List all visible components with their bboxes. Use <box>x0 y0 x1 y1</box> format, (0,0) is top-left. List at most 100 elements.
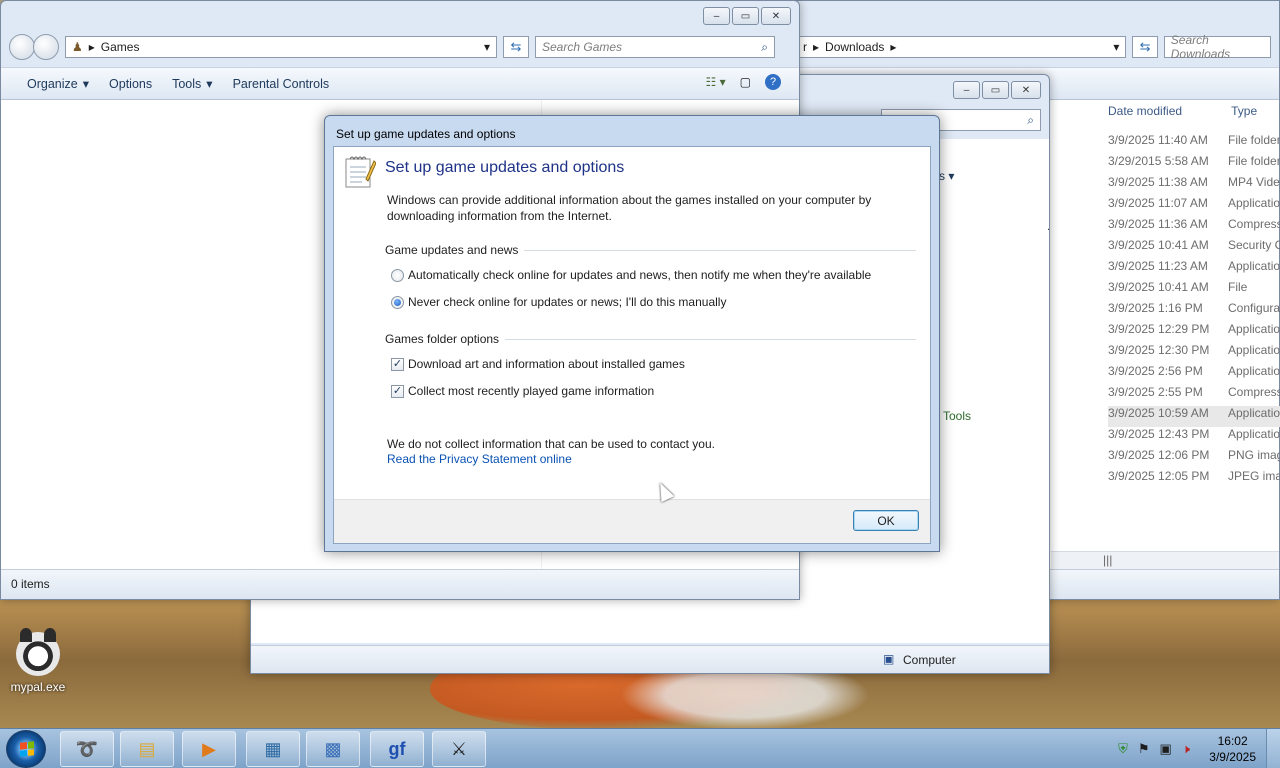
close-icon[interactable]: ✕ <box>1011 81 1041 99</box>
action-center-flag-icon[interactable]: ⚑ <box>1138 741 1150 757</box>
taskbar-app-gf[interactable]: gf <box>370 731 424 767</box>
volume-muted-icon[interactable]: 🕨 <box>1182 741 1190 757</box>
taskbar-app-photo-viewer[interactable]: ▦ <box>246 731 300 767</box>
downloads-address-bar[interactable]: r ▸ Downloads ▸ ▾ <box>796 36 1127 58</box>
network-icon[interactable]: ▣ <box>1160 741 1172 757</box>
radio-never-indicator[interactable] <box>391 295 404 309</box>
game-updates-group: Game updates and news <box>385 243 916 257</box>
dialog-body: Set up game updates and options Windows … <box>333 146 931 544</box>
download-row[interactable]: 3/9/2025 1:16 PM Configuration <box>1108 301 1280 322</box>
control-panel-icon: ▩ <box>324 738 342 759</box>
download-row[interactable]: 3/9/2025 11:38 AM MP4 Video <box>1108 175 1280 196</box>
address-games-segment[interactable]: Games <box>101 40 140 54</box>
download-row[interactable]: 3/9/2025 12:43 PM Application <box>1108 427 1280 448</box>
dropdown-arrow-icon[interactable]: ▾ <box>484 40 490 54</box>
download-row-date: 3/9/2025 12:30 PM <box>1108 343 1210 357</box>
computer-tools-link[interactable]: Tools <box>943 409 971 423</box>
checkbox-recent-games-indicator[interactable]: ✓ <box>391 384 404 398</box>
forward-button[interactable] <box>33 34 59 60</box>
group-divider <box>524 249 916 251</box>
download-row-date: 3/9/2025 11:36 AM <box>1108 217 1208 231</box>
download-row[interactable]: 3/9/2025 10:59 AM Application <box>1108 406 1280 427</box>
radio-auto-indicator[interactable] <box>391 268 404 282</box>
games-address-bar[interactable]: ♟ ▸ Games ▾ <box>65 36 497 58</box>
download-row[interactable]: 3/9/2025 11:36 AM Compressed <box>1108 217 1280 238</box>
download-row[interactable]: 3/9/2025 12:29 PM Application <box>1108 322 1280 343</box>
help-icon[interactable]: ? <box>765 74 781 90</box>
security-shield-icon[interactable]: ⛨ <box>1118 741 1128 757</box>
chevron-right-icon: ▸ <box>890 40 897 54</box>
download-row-date: 3/9/2025 11:07 AM <box>1108 196 1208 210</box>
download-row[interactable]: 3/9/2025 12:05 PM JPEG image <box>1108 469 1280 490</box>
checkbox-recent-games[interactable]: ✓ Collect most recently played game info… <box>391 384 654 398</box>
game-updates-group-label: Game updates and news <box>385 243 519 257</box>
close-icon[interactable]: ✕ <box>761 7 791 25</box>
privacy-statement-link[interactable]: Read the Privacy Statement online <box>387 452 715 467</box>
downloads-column-scrollbar[interactable]: ||| <box>1051 551 1279 569</box>
dropdown-arrow-icon[interactable]: ▾ <box>1113 40 1119 54</box>
computer-statusbar: ▣ Computer <box>251 645 1049 673</box>
chevron-down-icon: ▾ <box>206 77 213 91</box>
checkbox-download-art[interactable]: ✓ Download art and information about ins… <box>391 357 685 371</box>
minimize-icon[interactable]: – <box>703 7 730 25</box>
download-row[interactable]: 3/9/2025 2:55 PM Compressed <box>1108 385 1280 406</box>
view-controls: ☷ ▾ ▢ ? <box>706 74 781 90</box>
download-row[interactable]: 3/9/2025 11:40 AM File folder <box>1108 133 1280 154</box>
computer-toolbar-dropdown-icon[interactable]: s ▾ <box>939 169 954 183</box>
games-search-input[interactable]: Search Games ⌕ <box>535 36 775 58</box>
group-divider <box>505 338 916 340</box>
preview-pane-icon[interactable]: ▢ <box>740 75 751 89</box>
download-row[interactable]: 3/9/2025 11:07 AM Application <box>1108 196 1280 217</box>
desktop-icon-mypal[interactable]: mypal.exe <box>8 628 68 694</box>
download-row[interactable]: 3/9/2025 10:41 AM Security Certificate <box>1108 238 1280 259</box>
maximize-icon[interactable]: ▭ <box>982 81 1009 99</box>
download-row-type: Configuration <box>1228 301 1280 315</box>
download-row[interactable]: 3/9/2025 12:30 PM Application <box>1108 343 1280 364</box>
taskbar-app-control-panel[interactable]: ▩ <box>306 731 360 767</box>
taskbar-app-media-player[interactable]: ▶ <box>182 731 236 767</box>
download-row[interactable]: 3/9/2025 12:06 PM PNG image <box>1108 448 1280 469</box>
dialog-footer: OK <box>334 499 930 543</box>
parental-controls-button[interactable]: Parental Controls <box>223 73 340 95</box>
back-button[interactable] <box>9 34 35 60</box>
organize-menu[interactable]: Organize ▾ <box>17 72 99 95</box>
tools-menu[interactable]: Tools ▾ <box>162 72 222 95</box>
column-type[interactable]: Type <box>1231 104 1257 118</box>
chevron-right-icon: ▸ <box>813 40 820 54</box>
checkbox-download-art-indicator[interactable]: ✓ <box>391 357 404 371</box>
games-statusbar: 0 items <box>1 569 799 599</box>
games-folder-icon: ♟ <box>72 40 83 54</box>
refresh-icon[interactable]: ⇆ <box>503 36 529 58</box>
taskbar-app-spiral[interactable]: ➰ <box>60 731 114 767</box>
download-row[interactable]: 3/29/2015 5:58 AM File folder <box>1108 154 1280 175</box>
download-row-date: 3/29/2015 5:58 AM <box>1108 154 1209 168</box>
maximize-icon[interactable]: ▭ <box>732 7 759 25</box>
taskbar-app-scythe[interactable]: ⚔ <box>432 731 486 767</box>
download-row-type: MP4 Video <box>1228 175 1280 189</box>
ok-button[interactable]: OK <box>853 510 919 531</box>
download-row[interactable]: 3/9/2025 11:23 AM Application <box>1108 259 1280 280</box>
minimize-icon[interactable]: – <box>953 81 980 99</box>
download-row[interactable]: 3/9/2025 10:41 AM File <box>1108 280 1247 301</box>
show-desktop-button[interactable] <box>1266 729 1280 768</box>
download-row-date: 3/9/2025 12:29 PM <box>1108 322 1210 336</box>
download-row[interactable]: 3/9/2025 2:56 PM Application <box>1108 364 1280 385</box>
radio-never-check[interactable]: Never check online for updates or news; … <box>391 295 726 309</box>
radio-auto-check[interactable]: Automatically check online for updates a… <box>391 268 871 282</box>
taskbar-clock[interactable]: 16:02 3/9/2025 <box>1209 733 1256 765</box>
download-row-type: Application <box>1228 196 1280 210</box>
options-button[interactable]: Options <box>99 73 162 95</box>
refresh-icon[interactable]: ⇆ <box>1132 36 1158 58</box>
download-row-type: Application <box>1228 364 1280 378</box>
taskbar-app-explorer[interactable]: ▤ <box>120 731 174 767</box>
download-row-date: 3/9/2025 2:56 PM <box>1108 364 1203 378</box>
game-updates-dialog: Set up game updates and options Set up g… <box>324 115 940 552</box>
privacy-section: We do not collect information that can b… <box>387 437 715 467</box>
start-button[interactable] <box>6 730 46 768</box>
download-row-date: 3/9/2025 2:55 PM <box>1108 385 1203 399</box>
address-downloads-segment[interactable]: Downloads <box>825 40 884 54</box>
view-options-icon[interactable]: ☷ ▾ <box>706 75 726 89</box>
column-date-modified[interactable]: Date modified <box>1108 104 1228 118</box>
downloads-search-input[interactable]: Search Downloads <box>1163 33 1271 61</box>
raccoon-icon <box>16 628 60 676</box>
